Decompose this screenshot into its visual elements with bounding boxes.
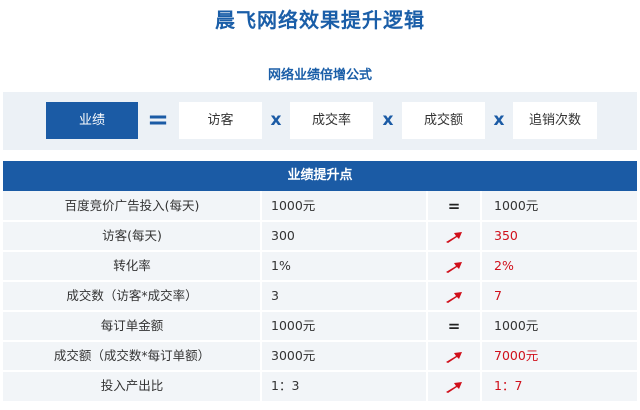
increase-arrow-icon <box>427 341 481 371</box>
formula-title: 网络业绩倍增公式 <box>267 68 372 83</box>
formula-times-sign: x <box>382 110 394 130</box>
increase-arrow-icon <box>427 281 481 311</box>
row-label: 每订单金额 <box>100 318 164 333</box>
row-divider <box>3 370 637 372</box>
table-row: 每订单金额 1000元 = 1000元 <box>3 311 637 341</box>
formula-factor-amount: 成交额 <box>402 102 485 139</box>
column-divider <box>480 191 482 221</box>
column-divider <box>480 341 482 371</box>
column-divider <box>426 251 428 281</box>
formula-equals-sign: = <box>147 105 169 135</box>
row-divider <box>3 310 637 312</box>
column-divider <box>426 281 428 311</box>
table-row: 访客(每天) 300 350 <box>3 221 637 251</box>
row-after-value: 2% <box>494 258 514 273</box>
column-divider <box>426 341 428 371</box>
formula-result-box: 业绩 <box>46 102 138 139</box>
column-divider <box>480 221 482 251</box>
column-divider <box>480 251 482 281</box>
row-before-value: 3 <box>271 288 279 303</box>
column-divider <box>260 281 262 311</box>
row-label: 成交数（访客*成交率） <box>66 288 198 303</box>
column-divider <box>260 341 262 371</box>
row-divider <box>3 250 637 252</box>
row-after-value: 7000元 <box>494 348 539 363</box>
equal-sign-icon: = <box>427 191 481 221</box>
formula-factor-visitors: 访客 <box>179 102 262 139</box>
row-after-value: 1000元 <box>494 318 539 333</box>
column-divider <box>426 191 428 221</box>
row-after-value: 7 <box>494 288 502 303</box>
row-label: 访客(每天) <box>102 228 162 243</box>
column-divider <box>260 191 262 221</box>
table-row: 百度竞价广告投入(每天) 1000元 = 1000元 <box>3 191 637 221</box>
column-divider <box>480 281 482 311</box>
row-divider <box>3 340 637 342</box>
row-before-value: 1：3 <box>271 378 300 393</box>
formula-factor-conversion: 成交率 <box>290 102 373 139</box>
equal-sign: = <box>447 197 461 215</box>
formula-times-sign: x <box>493 110 505 130</box>
table-row: 投入产出比 1：3 1：7 <box>3 371 637 401</box>
row-divider <box>3 280 637 282</box>
row-label: 投入产出比 <box>100 378 164 393</box>
row-label: 成交额（成交数*每订单额） <box>53 348 211 363</box>
increase-arrow-icon <box>427 221 481 251</box>
row-before-value: 1% <box>271 258 291 273</box>
row-before-value: 3000元 <box>271 348 316 363</box>
column-divider <box>480 311 482 341</box>
increase-arrow-icon <box>427 371 481 401</box>
table-row: 成交额（成交数*每订单额） 3000元 7000元 <box>3 341 637 371</box>
row-after-value: 1：7 <box>494 378 523 393</box>
page-title: 晨飞网络效果提升逻辑 <box>215 8 425 32</box>
row-after-value: 350 <box>494 228 518 243</box>
row-before-value: 1000元 <box>271 198 316 213</box>
column-divider <box>426 371 428 401</box>
column-divider <box>260 251 262 281</box>
row-label: 百度竞价广告投入(每天) <box>64 198 200 213</box>
column-divider <box>260 221 262 251</box>
column-divider <box>480 371 482 401</box>
row-before-value: 300 <box>271 228 295 243</box>
table-header: 业绩提升点 <box>3 161 637 191</box>
table-row: 转化率 1% 2% <box>3 251 637 281</box>
row-before-value: 1000元 <box>271 318 316 333</box>
column-divider <box>260 311 262 341</box>
formula-times-sign: x <box>270 110 282 130</box>
equal-sign-icon: = <box>427 311 481 341</box>
formula-factor-upsell: 追销次数 <box>513 102 597 139</box>
column-divider <box>426 221 428 251</box>
column-divider <box>426 311 428 341</box>
equal-sign: = <box>447 317 461 335</box>
table-row: 成交数（访客*成交率） 3 7 <box>3 281 637 311</box>
row-label: 转化率 <box>113 258 151 273</box>
row-after-value: 1000元 <box>494 198 539 213</box>
column-divider <box>260 371 262 401</box>
increase-arrow-icon <box>427 251 481 281</box>
row-divider <box>3 220 637 222</box>
